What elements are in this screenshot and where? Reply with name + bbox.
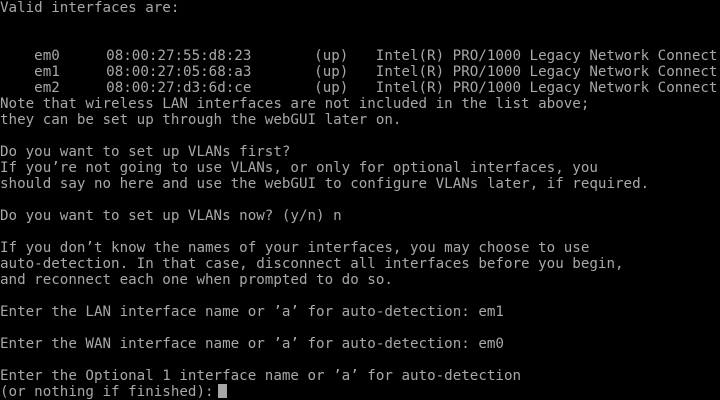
vlan-question-line-3: should say no here and use the webGUI to… <box>0 176 650 192</box>
interface-mac: 08:00:27:05:68:a3 <box>106 64 252 80</box>
optional-interface-input-line[interactable]: (or nothing if finished): <box>0 384 720 400</box>
interface-status: (up) <box>314 48 349 64</box>
wan-interface-prompt: Enter the WAN interface name or ’a’ for … <box>0 336 504 352</box>
interface-mac: 08:00:27:55:d8:23 <box>106 48 252 64</box>
interface-description: Intel(R) PRO/1000 Legacy Network Connect… <box>375 80 720 96</box>
vlan-question-line-2: If you’re not going to use VLANs, or onl… <box>0 160 598 176</box>
vlan-question-line-1: Do you want to set up VLANs first? <box>0 144 291 160</box>
text-cursor[interactable] <box>217 384 227 398</box>
vlan-prompt: Do you want to set up VLANs now? (y/n) n <box>0 208 342 224</box>
interface-description: Intel(R) PRO/1000 Legacy Network Connect… <box>375 48 720 64</box>
terminal-console[interactable]: Valid interfaces are: em0 08:00:27:55:d8:… <box>0 0 720 400</box>
interface-name: em0 <box>34 48 60 64</box>
interface-name: em2 <box>34 80 60 96</box>
auto-detect-line-3: and reconnect each one when prompted to … <box>0 272 393 288</box>
interface-description: Intel(R) PRO/1000 Legacy Network Connect… <box>375 64 720 80</box>
wireless-note-line-1: Note that wireless LAN interfaces are no… <box>0 96 590 112</box>
optional-interface-prompt-line-1: Enter the Optional 1 interface name or ’… <box>0 368 522 384</box>
interface-status: (up) <box>314 64 349 80</box>
interface-name: em1 <box>34 64 60 80</box>
wireless-note-line-2: they can be set up through the webGUI la… <box>0 112 402 128</box>
auto-detect-line-1: If you don’t know the names of your inte… <box>0 240 590 256</box>
optional-interface-prompt-line-2: (or nothing if finished): <box>0 384 214 400</box>
lan-interface-prompt: Enter the LAN interface name or ’a’ for … <box>0 304 504 320</box>
auto-detect-line-2: auto-detection. In that case, disconnect… <box>0 256 624 272</box>
interface-mac: 08:00:27:d3:6d:ce <box>106 80 252 96</box>
interface-status: (up) <box>314 80 349 96</box>
interface-row-em0: em0 08:00:27:55:d8:23 (up) Intel(R) PRO/10… <box>0 32 720 64</box>
valid-interfaces-header: Valid interfaces are: <box>0 0 180 16</box>
